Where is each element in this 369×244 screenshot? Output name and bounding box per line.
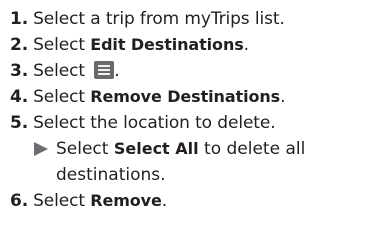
substep-note: Select Select All to delete all destinat… bbox=[10, 136, 365, 188]
step-number: 2. bbox=[10, 35, 29, 55]
step-text: Select bbox=[33, 191, 91, 211]
menu-icon bbox=[94, 61, 115, 79]
substep-text: Select bbox=[56, 139, 114, 159]
ui-term: Edit Destinations bbox=[90, 35, 244, 54]
step-number: 3. bbox=[10, 61, 29, 81]
step-text: Select bbox=[33, 87, 91, 107]
step-5: 5. Select the location to delete. bbox=[10, 110, 365, 136]
step-text: Select a trip from myTrips list. bbox=[33, 9, 285, 29]
step-text: Select the location to delete. bbox=[33, 113, 276, 133]
substep-text: to delete all bbox=[198, 139, 306, 159]
step-4: 4. Select Remove Destinations. bbox=[10, 84, 365, 110]
step-6: 6. Select Remove. bbox=[10, 188, 365, 214]
triangle-bullet-icon bbox=[34, 142, 48, 156]
ui-term: Remove bbox=[90, 191, 162, 210]
step-punctuation: . bbox=[243, 35, 249, 55]
ui-term: Select All bbox=[113, 139, 199, 158]
step-number: 5. bbox=[10, 113, 29, 133]
step-text: Select bbox=[33, 35, 91, 55]
step-text: Select bbox=[33, 61, 91, 81]
ui-term: Remove Destinations bbox=[90, 87, 281, 106]
step-punctuation: . bbox=[280, 87, 286, 107]
step-number: 4. bbox=[10, 87, 29, 107]
step-3: 3. Select . bbox=[10, 58, 365, 84]
substep-line-2: destinations. bbox=[56, 165, 166, 185]
step-number: 1. bbox=[10, 9, 29, 29]
step-punctuation: . bbox=[161, 191, 168, 211]
step-punctuation: . bbox=[114, 61, 120, 81]
substep-line-1: Select Select All to delete all bbox=[56, 136, 365, 162]
step-number: 6. bbox=[10, 191, 29, 211]
step-1: 1. Select a trip from myTrips list. bbox=[10, 6, 365, 32]
instruction-steps: 1. Select a trip from myTrips list. 2. Sel… bbox=[10, 6, 365, 214]
step-2: 2. Select Edit Destinations. bbox=[10, 32, 365, 58]
